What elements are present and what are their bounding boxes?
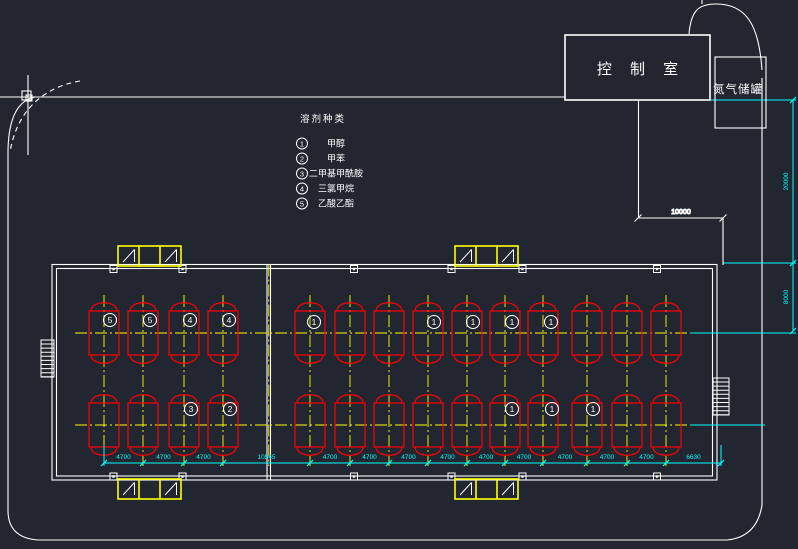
- solvent-legend: 溶剂种类 1 甲醇 2 甲苯 3 二甲基甲酰胺 4 三氯甲烷 5 乙酸乙酯: [297, 113, 364, 209]
- tank-label-number: 1: [549, 317, 554, 327]
- legend-item-label: 甲苯: [327, 153, 345, 164]
- dim-top-value: 10000: [671, 209, 691, 216]
- road-curve-dashed: [10, 81, 80, 152]
- door-opening: [118, 246, 181, 266]
- cad-drawing-canvas[interactable]: 5 5 4 4 3 2 1 1 1 1 1 1 1 1 4700 4700 4700 10545 4700 4700…: [0, 0, 798, 549]
- door-swing-mark: [460, 250, 472, 263]
- dim-value: 4700: [401, 454, 416, 461]
- dim-value: 4700: [362, 454, 377, 461]
- tank-farm-building: [52, 265, 717, 481]
- wall-column-markers: [110, 266, 661, 481]
- tank-label-number: 5: [148, 315, 153, 325]
- door-opening: [118, 479, 181, 499]
- control-room-label: 控 制 室: [597, 61, 685, 78]
- column-marker-dot: [112, 268, 114, 270]
- dim-value: 10545: [257, 454, 275, 461]
- door-swing-mark: [123, 483, 135, 496]
- dim-value: 4700: [196, 454, 211, 461]
- legend-item-label: 三氯甲烷: [318, 183, 354, 194]
- door-opening-divider: [476, 479, 497, 499]
- column-marker-dot: [353, 475, 355, 477]
- door-swing-mark: [165, 250, 177, 263]
- dimension-line-right: 20000 8000: [640, 97, 796, 334]
- legend-item-number: 4: [300, 184, 304, 193]
- column-marker-dot: [521, 268, 523, 270]
- door-opening-divider: [139, 479, 160, 499]
- tank-label-number: 1: [312, 317, 317, 327]
- legend-item-number: 2: [300, 154, 304, 163]
- door-swing-mark: [502, 250, 514, 263]
- legend-item-label: 甲醇: [327, 138, 345, 149]
- tank-label-number: 1: [510, 404, 515, 414]
- door-swing-mark: [123, 250, 135, 263]
- door-swing-mark: [165, 483, 177, 496]
- dim-value: 4700: [517, 454, 532, 461]
- dim-value: 4700: [323, 454, 338, 461]
- legend-item-label: 乙酸乙酯: [318, 199, 354, 209]
- column-grid-lines: [104, 265, 666, 467]
- tank-label-number: 4: [188, 315, 193, 325]
- tank-label-number: 3: [189, 404, 194, 414]
- legend-title: 溶剂种类: [300, 113, 346, 125]
- column-marker-dot: [112, 475, 114, 477]
- dim-value: 4700: [116, 454, 131, 461]
- dim-value: 4700: [558, 454, 573, 461]
- dim-value: 4700: [156, 454, 171, 461]
- column-marker-dot: [181, 268, 183, 270]
- tank-label-number: 1: [510, 317, 515, 327]
- tank-label-number: 1: [591, 404, 596, 414]
- legend-item-number: 1: [300, 139, 304, 148]
- storage-tanks: [89, 303, 681, 456]
- column-marker-dot: [521, 475, 523, 477]
- fence-left: [8, 78, 762, 540]
- door-opening: [455, 479, 518, 499]
- column-marker-dot: [450, 268, 452, 270]
- nitrogen-storage-tank: 氮气储罐: [713, 57, 766, 128]
- dim-value: 4700: [440, 454, 455, 461]
- dim-value: 4700: [479, 454, 494, 461]
- dim-value: 6630: [686, 454, 701, 461]
- dimension-top-10000: 10000: [635, 100, 727, 265]
- legend-item-number: 3: [300, 169, 304, 178]
- door-opening-divider: [476, 246, 497, 266]
- tank-label-number: 5: [108, 315, 113, 325]
- column-marker-dot: [656, 268, 658, 270]
- tank-label-number: 1: [471, 317, 476, 327]
- inner-wall: [57, 269, 713, 477]
- stair-symbol: [713, 378, 729, 415]
- door-opening-divider: [139, 246, 160, 266]
- corner-crosshair-marker: [0, 75, 80, 155]
- nitrogen-tank-label: 氮气储罐: [713, 82, 763, 96]
- tank-label-number: 4: [227, 315, 232, 325]
- dim-value: 20000: [783, 172, 790, 190]
- control-room: 控 制 室: [565, 35, 710, 100]
- dim-value: 4700: [600, 454, 615, 461]
- column-marker-dot: [656, 475, 658, 477]
- legend-item-label: 二甲基甲酰胺: [309, 168, 363, 179]
- door-openings: [118, 246, 518, 499]
- tank-label-number: 1: [432, 317, 437, 327]
- tank-number-labels: 5 5 4 4 3 2 1 1 1 1 1 1 1 1: [104, 314, 600, 416]
- outer-wall: [52, 265, 717, 481]
- tank-label-number: 2: [228, 404, 233, 414]
- door-opening: [455, 246, 518, 266]
- tank-label-number: 1: [550, 404, 555, 414]
- column-marker-dot: [450, 475, 452, 477]
- door-swing-mark: [460, 483, 472, 496]
- dim-value: 8000: [783, 289, 790, 304]
- column-marker-dot: [181, 475, 183, 477]
- row-axis-lines: [75, 333, 796, 425]
- column-marker-dot: [353, 268, 355, 270]
- wall-stairs: [41, 340, 729, 415]
- dim-value: 4700: [639, 454, 654, 461]
- door-swing-mark: [502, 483, 514, 496]
- legend-item-number: 5: [300, 199, 304, 208]
